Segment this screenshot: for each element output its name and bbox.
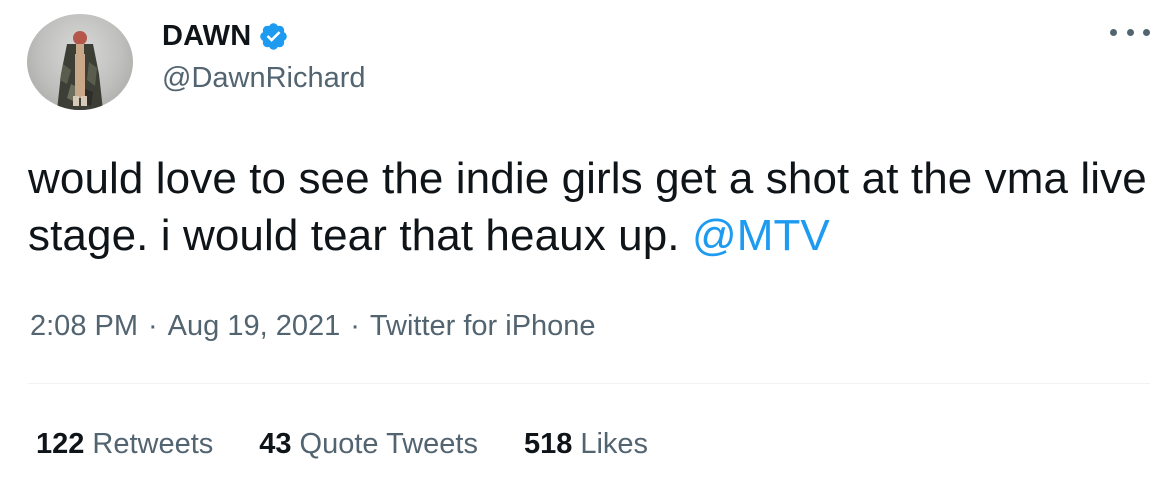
tweet-card: DAWN @DawnRichard would love to see the … xyxy=(0,0,1174,494)
avatar[interactable] xyxy=(27,14,133,110)
tweet-stats: 122 Retweets 43 Quote Tweets 518 Likes xyxy=(36,424,694,464)
likes-count: 518 xyxy=(523,428,573,460)
retweets-stat[interactable]: 122 Retweets xyxy=(36,424,213,464)
verified-badge-icon xyxy=(258,21,289,52)
tweet-meta: 2:08 PM · Aug 19, 2021 · Twitter for iPhone xyxy=(30,306,596,346)
retweets-count: 122 xyxy=(36,428,85,460)
dot xyxy=(1143,28,1150,36)
quote-tweets-label: Quote Tweets xyxy=(299,428,478,460)
divider xyxy=(28,383,1150,384)
author-name-row[interactable]: DAWN xyxy=(162,16,289,56)
tweet-date[interactable]: Aug 19, 2021 xyxy=(168,310,341,342)
tweet-time[interactable]: 2:08 PM xyxy=(30,310,138,342)
quote-tweets-count: 43 xyxy=(259,428,292,460)
author-handle[interactable]: @DawnRichard xyxy=(162,58,366,98)
meta-separator: · xyxy=(350,310,360,342)
meta-separator: · xyxy=(148,310,158,342)
dot xyxy=(1110,28,1117,36)
tweet-source[interactable]: Twitter for iPhone xyxy=(370,310,596,342)
dot xyxy=(1126,28,1134,36)
more-dots-icon[interactable] xyxy=(1110,22,1150,42)
likes-label: Likes xyxy=(580,428,649,460)
quote-tweets-stat[interactable]: 43 Quote Tweets xyxy=(259,424,478,464)
avatar-image xyxy=(57,31,103,110)
tweet-body: would love to see the indie girls get a … xyxy=(28,154,1147,260)
tweet-text: would love to see the indie girls get a … xyxy=(28,150,1148,264)
likes-stat[interactable]: 518 Likes xyxy=(524,424,648,464)
display-name[interactable]: DAWN xyxy=(162,16,251,56)
retweets-label: Retweets xyxy=(92,428,214,460)
mention-link[interactable]: @MTV xyxy=(692,211,830,260)
